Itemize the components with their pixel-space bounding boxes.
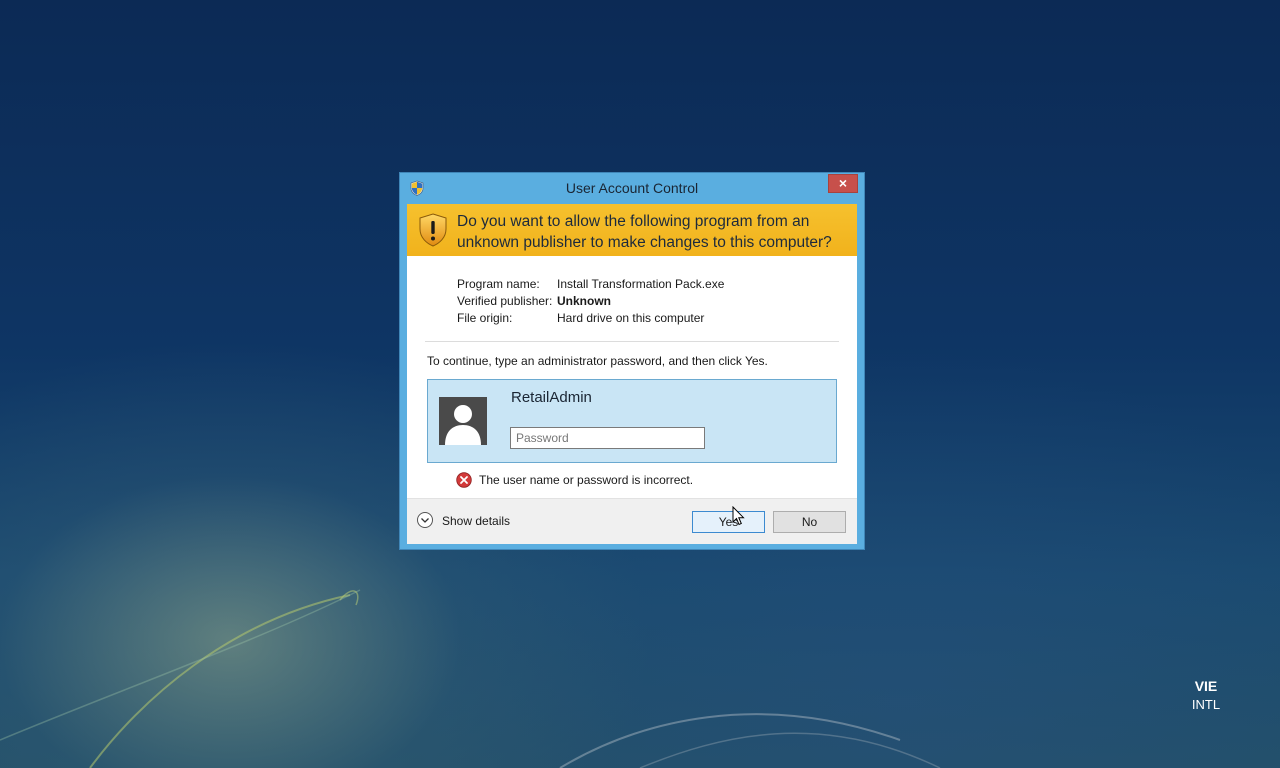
chevron-down-icon (417, 512, 433, 528)
mouse-cursor-icon (732, 506, 745, 526)
publisher-label: Verified publisher: (457, 294, 553, 308)
show-details-label: Show details (442, 514, 511, 528)
user-name: RetailAdmin (511, 389, 592, 406)
yes-button[interactable]: Yes (692, 511, 765, 533)
program-info: Program name: Install Transformation Pac… (457, 277, 837, 328)
error-message: The user name or password is incorrect. (479, 473, 694, 487)
divider (425, 341, 839, 342)
dialog-content: Do you want to allow the following progr… (407, 204, 857, 544)
user-avatar-icon (439, 397, 487, 445)
close-button[interactable]: × (828, 174, 858, 193)
uac-dialog: User Account Control × Do you want to al… (399, 172, 865, 550)
password-field[interactable] (510, 427, 705, 449)
warning-banner: Do you want to allow the following progr… (407, 204, 857, 256)
error-icon (456, 472, 472, 488)
credential-tile[interactable]: RetailAdmin (427, 379, 837, 463)
uac-question: Do you want to allow the following progr… (457, 213, 832, 251)
publisher-row: Verified publisher: Unknown (457, 294, 837, 311)
program-name-row: Program name: Install Transformation Pac… (457, 277, 837, 294)
program-name-label: Program name: (457, 277, 540, 291)
language-indicator[interactable]: VIE INTL (1180, 678, 1232, 712)
file-origin-row: File origin: Hard drive on this computer (457, 311, 837, 328)
no-button[interactable]: No (773, 511, 846, 533)
keyboard-layout: INTL (1191, 697, 1221, 712)
language-code: VIE (1194, 678, 1218, 694)
file-origin-label: File origin: (457, 311, 513, 325)
dialog-footer: Show details Yes No (407, 498, 857, 544)
publisher-value: Unknown (557, 294, 611, 308)
file-origin-value: Hard drive on this computer (557, 311, 705, 325)
dialog-title: User Account Control (565, 180, 699, 196)
program-name-value: Install Transformation Pack.exe (557, 277, 725, 291)
warning-shield-icon (419, 213, 447, 247)
dialog-titlebar[interactable]: User Account Control × (400, 173, 864, 203)
instruction-text: To continue, type an administrator passw… (427, 354, 768, 368)
